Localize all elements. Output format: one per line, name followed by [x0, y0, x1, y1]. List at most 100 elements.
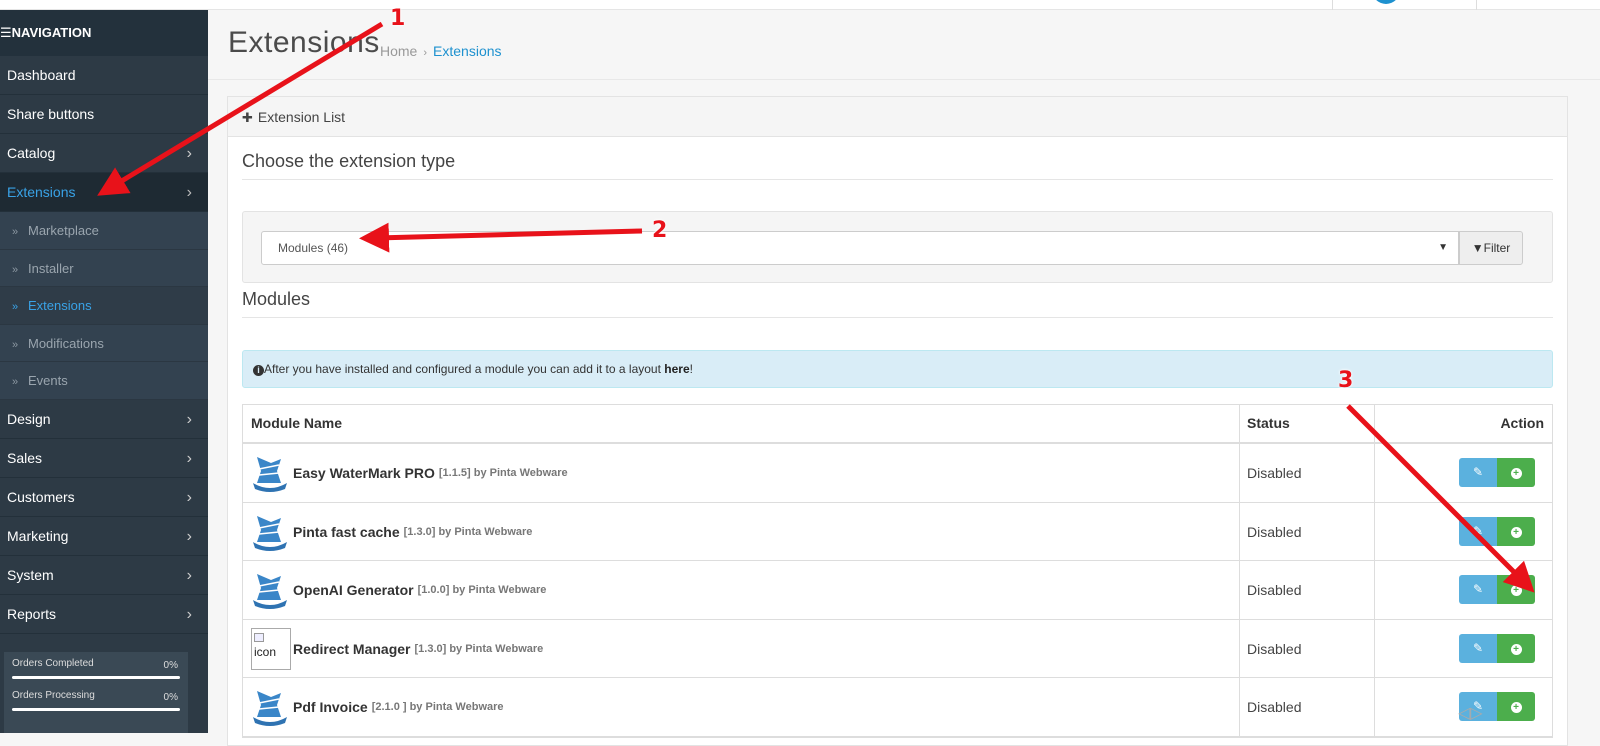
- chevron-right-icon: ›: [186, 145, 192, 162]
- edit-button[interactable]: ✎: [1459, 575, 1497, 604]
- module-name-cell: Pdf Invoice [2.1.0 ] by Pinta Webware: [251, 678, 504, 736]
- panel-heading: ✚ Extension List: [228, 97, 1567, 137]
- module-name-cell: OpenAI Generator [1.0.0] by Pinta Webware: [251, 561, 546, 619]
- sidebar-item-sales[interactable]: Sales ›: [0, 438, 208, 478]
- plus-circle-icon: +: [1510, 643, 1522, 655]
- pencil-icon: ✎: [1472, 523, 1484, 538]
- pencil-icon: ✎: [1472, 640, 1484, 655]
- divider: [242, 317, 1553, 318]
- status-cell: Disabled: [1247, 523, 1302, 540]
- puzzle-icon: ✚: [242, 110, 253, 125]
- table-row: Pinta fast cache [1.3.0] by Pinta Webware…: [243, 503, 1552, 561]
- page-title: Extensions: [228, 26, 380, 59]
- sidebar-item-system[interactable]: System ›: [0, 555, 208, 595]
- ship-logo-icon: [253, 515, 287, 551]
- chevron-right-icon: ›: [186, 488, 192, 506]
- table-row: OpenAI Generator [1.0.0] by Pinta Webware…: [243, 561, 1552, 620]
- plus-circle-icon: +: [1510, 702, 1522, 713]
- install-button[interactable]: +: [1497, 516, 1535, 546]
- menu-icon[interactable]: ☰: [0, 25, 12, 40]
- sidebar-subitem-installer[interactable]: » Installer: [0, 249, 208, 288]
- sidebar: ☰NAVIGATION Dashboard Share buttons Cata…: [0, 10, 208, 733]
- pencil-icon: ✎: [1472, 465, 1484, 479]
- breadcrumb-extensions[interactable]: Extensions: [433, 43, 501, 59]
- table-row: icon Redirect Manager [1.3.0] by Pinta We…: [243, 620, 1552, 678]
- sidebar-item-marketing[interactable]: Marketing ›: [0, 516, 208, 556]
- module-name-cell: Pinta fast cache [1.3.0] by Pinta Webware: [251, 503, 532, 561]
- filter-icon: ▼: [1471, 241, 1484, 255]
- sidebar-subitem-extensions[interactable]: » Extensions: [0, 287, 208, 325]
- modules-section-title: Modules: [242, 289, 311, 309]
- chevron-down-icon: ▼: [1438, 242, 1448, 253]
- extension-type-select[interactable]: Modules (46) ▼: [261, 231, 1459, 265]
- sidebar-item-design[interactable]: Design ›: [0, 399, 208, 439]
- page-header: Extensions Home › Extensions: [208, 10, 1600, 80]
- status-cell: Disabled: [1247, 465, 1302, 481]
- sidebar-subitem-events[interactable]: » Events: [0, 362, 208, 400]
- chevron-right-icon: ›: [186, 527, 192, 545]
- filter-button[interactable]: ▼Filter: [1459, 231, 1523, 265]
- sidebar-item-customers[interactable]: Customers ›: [0, 477, 208, 517]
- progress-orders-processing: Orders Processing 0%: [12, 690, 180, 722]
- progress-bar: [12, 708, 180, 711]
- column-header-name[interactable]: Module Name: [251, 405, 342, 444]
- module-name-cell: icon Redirect Manager [1.3.0] by Pinta We…: [251, 620, 543, 678]
- plus-circle-icon: +: [1510, 585, 1522, 596]
- edit-button[interactable]: ✎: [1459, 516, 1497, 546]
- chevron-right-icon: ›: [186, 410, 192, 428]
- progress-bar: [12, 676, 180, 679]
- status-cell: Disabled: [1247, 582, 1302, 598]
- install-button[interactable]: +: [1497, 458, 1535, 487]
- divider: [242, 179, 1553, 180]
- install-button[interactable]: +: [1497, 633, 1535, 663]
- edit-button[interactable]: ✎: [1459, 633, 1497, 663]
- info-alert: i After you have installed and configured…: [242, 350, 1553, 388]
- chevron-right-icon: ›: [186, 449, 192, 467]
- annotation-number: 2: [652, 218, 668, 243]
- double-chevron-icon: »: [12, 301, 19, 314]
- sidebar-item-share-buttons[interactable]: Share buttons: [0, 95, 208, 134]
- extension-list-panel: ✚ Extension List Choose the extension typ…: [227, 96, 1568, 746]
- sidebar-item-extensions[interactable]: Extensions ›: [0, 173, 208, 212]
- module-name-cell: Easy WaterMark PRO [1.1.5] by Pinta Webwa…: [251, 444, 568, 502]
- double-chevron-icon: »: [12, 263, 19, 276]
- modules-table: Module Name Status Action Easy WaterMark…: [242, 404, 1553, 738]
- plus-circle-icon: +: [1510, 468, 1522, 479]
- table-row: Pdf Invoice [2.1.0 ] by Pinta Webware Dis…: [243, 678, 1552, 737]
- navigation-header[interactable]: ☰NAVIGATION: [0, 10, 208, 56]
- column-header-action: Action: [1500, 415, 1544, 431]
- plus-circle-icon: +: [1510, 526, 1522, 538]
- scroll-arrows-icon[interactable]: ◁▷: [1458, 703, 1483, 723]
- chevron-right-icon: ›: [186, 566, 192, 584]
- main-content: Extensions Home › Extensions ✚ Extension Li…: [208, 10, 1600, 746]
- double-chevron-icon: »: [12, 226, 19, 238]
- double-chevron-icon: »: [12, 376, 19, 389]
- topbar-divider: [1476, 0, 1477, 10]
- sidebar-subitem-marketplace[interactable]: » Marketplace: [0, 212, 208, 250]
- breadcrumb: Home › Extensions: [380, 43, 502, 59]
- edit-button[interactable]: ✎: [1459, 458, 1497, 487]
- ship-logo-icon: [253, 691, 287, 726]
- choose-type-title: Choose the extension type: [242, 151, 456, 171]
- sidebar-item-reports[interactable]: Reports ›: [0, 594, 208, 634]
- breadcrumb-home[interactable]: Home: [380, 43, 417, 59]
- sidebar-item-catalog[interactable]: Catalog ›: [0, 134, 208, 173]
- column-header-status[interactable]: Status: [1247, 405, 1290, 444]
- user-avatar[interactable]: [1372, 0, 1400, 4]
- table-row: Easy WaterMark PRO [1.1.5] by Pinta Webwa…: [243, 444, 1552, 503]
- layout-link[interactable]: here: [664, 362, 689, 376]
- annotation-number: 3: [1338, 368, 1354, 393]
- sidebar-subitem-modifications[interactable]: » Modifications: [0, 324, 208, 363]
- sidebar-item-dashboard[interactable]: Dashboard: [0, 56, 208, 95]
- install-button[interactable]: +: [1497, 575, 1535, 604]
- info-circle-icon: i: [253, 365, 264, 376]
- status-cell: Disabled: [1247, 699, 1302, 715]
- chevron-right-icon: ›: [186, 605, 192, 623]
- ship-logo-icon: [253, 574, 287, 609]
- table-header: Module Name Status Action: [243, 405, 1552, 444]
- install-button[interactable]: +: [1497, 692, 1535, 721]
- broken-image-icon: icon: [251, 627, 291, 670]
- chevron-right-icon: ›: [186, 184, 192, 201]
- top-bar: [0, 0, 1600, 10]
- double-chevron-icon: »: [12, 338, 19, 351]
